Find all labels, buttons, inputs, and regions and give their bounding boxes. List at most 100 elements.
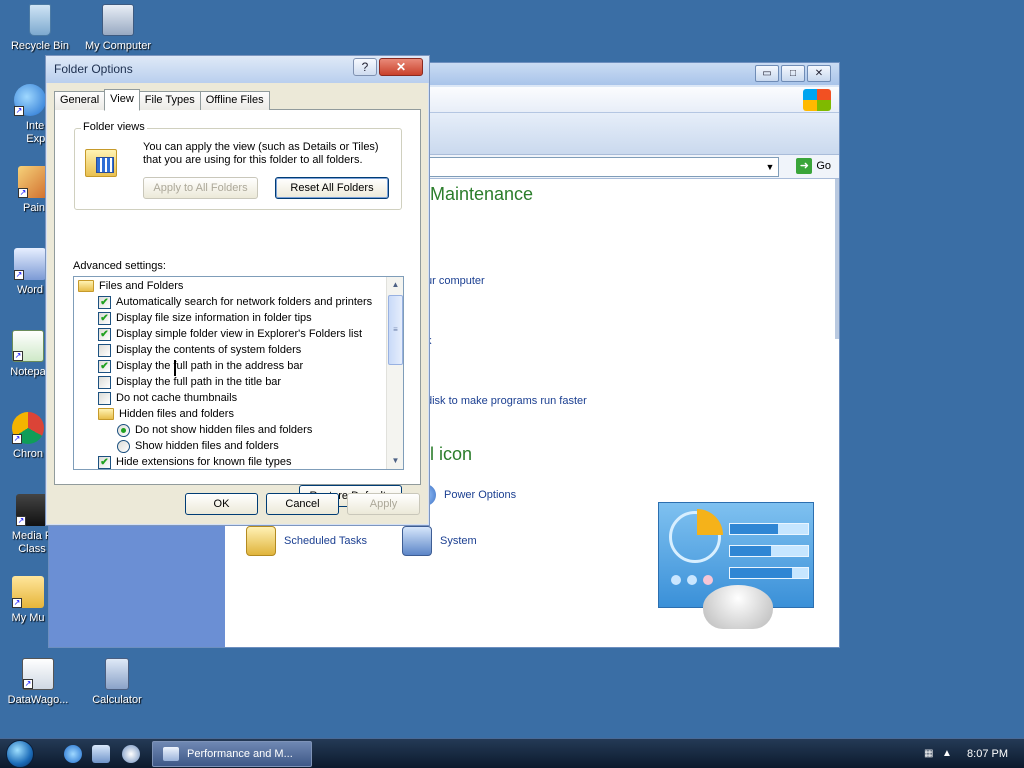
taskbar-button-label: Performance and M...	[187, 748, 293, 760]
radio-unselected[interactable]	[117, 439, 130, 453]
reset-all-folders-button[interactable]: Reset All Folders	[275, 177, 389, 199]
tab-view[interactable]: View	[104, 89, 140, 111]
content-scrollbar[interactable]	[835, 179, 839, 339]
desktop-icon-label: DataWago...	[7, 694, 69, 706]
chevron-down-icon[interactable]: ▼	[762, 158, 778, 176]
apply-to-all-folders-button[interactable]: Apply to All Folders	[143, 177, 258, 199]
my-computer-icon	[102, 4, 134, 36]
tab-file-types[interactable]: File Types	[138, 91, 201, 110]
desktop-icon-calculator[interactable]: Calculator	[79, 658, 155, 707]
apply-button[interactable]: Apply	[347, 493, 420, 515]
quicklaunch-internet-explorer-icon[interactable]	[64, 745, 82, 763]
meter-bar	[729, 567, 809, 579]
folder-views-icon	[85, 149, 117, 177]
performance-illustration	[658, 502, 814, 629]
desktop-icon-label: My Computer	[84, 40, 152, 52]
checkbox-checked[interactable]: ✔	[98, 327, 111, 341]
go-button[interactable]: ➜ Go	[796, 158, 831, 174]
calculator-icon	[105, 658, 129, 690]
scheduled-tasks-icon	[246, 526, 276, 556]
taskbar-button-performance[interactable]: Performance and M...	[152, 741, 312, 767]
taskbar: Performance and M... ▦ ▲ 8:07 PM	[0, 738, 1024, 768]
datawagon-icon: ↗	[22, 658, 54, 690]
recycle-bin-icon	[29, 4, 51, 36]
list-item[interactable]: ✔ Display the full path in the address b…	[98, 358, 303, 374]
dialog-titlebar[interactable]: Folder Options ? ✕	[46, 56, 429, 83]
help-button[interactable]: ?	[353, 58, 377, 76]
folder-options-dialog: Folder Options ? ✕ General View File Typ…	[45, 55, 430, 526]
mouse-cursor	[174, 360, 182, 376]
task-link-defragment[interactable]: disk to make programs run faster	[426, 395, 587, 407]
toolbar	[429, 113, 839, 155]
tab-general[interactable]: General	[54, 91, 106, 110]
dome-shape	[703, 585, 773, 629]
category-heading: Maintenance	[430, 184, 534, 204]
folder-views-group: Folder views You can apply the view (suc…	[74, 121, 402, 210]
task-link-computer-info[interactable]: ur computer	[426, 275, 485, 287]
system-icon	[402, 526, 432, 556]
item-label: Scheduled Tasks	[284, 535, 367, 547]
item-label: System	[440, 535, 477, 547]
indicator-dot	[703, 575, 713, 585]
checkbox-unchecked[interactable]	[98, 343, 111, 357]
folder-views-description: You can apply the view (such as Details …	[143, 141, 379, 166]
advanced-settings-label: Advanced settings:	[73, 260, 166, 272]
minimize-button[interactable]: ▭	[755, 65, 779, 82]
list-item[interactable]: ✔ Automatically search for network folde…	[98, 294, 372, 310]
view-tab-page: Folder views You can apply the view (suc…	[54, 109, 421, 507]
address-input[interactable]: ▼	[429, 157, 779, 177]
list-item[interactable]: Display the full path in the title bar	[98, 374, 281, 390]
quicklaunch-media-player-icon[interactable]	[122, 745, 140, 763]
window-icon	[163, 747, 179, 761]
close-button[interactable]: ✕	[807, 65, 831, 82]
list-item[interactable]: ✔ Display file size information in folde…	[98, 310, 312, 326]
control-panel-item-system[interactable]: System	[402, 526, 477, 556]
indicator-dot	[687, 575, 697, 585]
control-panel-item-scheduled-tasks[interactable]: Scheduled Tasks	[246, 526, 367, 556]
list-item[interactable]: ✔ Display simple folder view in Explorer…	[98, 326, 362, 342]
checkbox-checked[interactable]: ✔	[98, 455, 111, 469]
notepad-icon: ↗	[12, 330, 44, 362]
checkbox-checked[interactable]: ✔	[98, 311, 111, 325]
folder-icon	[98, 408, 114, 420]
start-button[interactable]	[6, 740, 34, 768]
gauge-slice	[697, 509, 723, 535]
folder-views-label: Folder views	[81, 121, 147, 133]
radio-selected[interactable]	[117, 423, 130, 437]
scroll-up-arrow-icon[interactable]: ▲	[388, 277, 403, 293]
tab-offline-files[interactable]: Offline Files	[199, 91, 270, 110]
ok-button[interactable]: OK	[185, 493, 258, 515]
quicklaunch-show-desktop-icon[interactable]	[92, 745, 110, 763]
list-item[interactable]: Show hidden files and folders	[117, 438, 279, 454]
checkbox-unchecked[interactable]	[98, 391, 111, 405]
tab-strip: General View File Types Offline Files	[54, 89, 421, 111]
chrome-icon: ↗	[12, 412, 44, 444]
settings-scrollbar[interactable]: ▲ ≡ ▼	[386, 277, 403, 469]
list-item[interactable]: Display the contents of system folders	[98, 342, 301, 358]
meter-bar	[729, 545, 809, 557]
list-item[interactable]: Do not cache thumbnails	[98, 390, 237, 406]
word-icon: ↗	[14, 248, 46, 280]
desktop-icon-my-computer[interactable]: My Computer	[80, 4, 156, 53]
close-button[interactable]: ✕	[379, 58, 423, 76]
network-tray-icon[interactable]: ▦	[924, 748, 933, 759]
desktop-icon-datawagon[interactable]: ↗ DataWago...	[0, 658, 76, 707]
dialog-body: General View File Types Offline Files Fo…	[54, 89, 421, 507]
scroll-thumb[interactable]: ≡	[388, 295, 403, 365]
item-label: Power Options	[444, 489, 517, 501]
dialog-footer: OK Cancel Apply	[46, 493, 429, 517]
list-item: Hidden files and folders	[98, 406, 234, 422]
go-label: Go	[816, 160, 831, 172]
checkbox-checked[interactable]: ✔	[98, 295, 111, 309]
desktop-icon-recycle-bin[interactable]: Recycle Bin	[2, 4, 78, 53]
tray-expand-icon[interactable]: ▲	[942, 748, 952, 759]
scroll-down-arrow-icon[interactable]: ▼	[388, 453, 403, 469]
list-item[interactable]: Do not show hidden files and folders	[117, 422, 312, 438]
checkbox-checked[interactable]: ✔	[98, 359, 111, 373]
list-item[interactable]: ✔ Hide extensions for known file types	[98, 454, 291, 469]
advanced-settings-list[interactable]: Files and Folders ✔ Automatically search…	[73, 276, 404, 470]
clock[interactable]: 8:07 PM	[967, 739, 1008, 768]
checkbox-unchecked[interactable]	[98, 375, 111, 389]
maximize-button[interactable]: □	[781, 65, 805, 82]
cancel-button[interactable]: Cancel	[266, 493, 339, 515]
